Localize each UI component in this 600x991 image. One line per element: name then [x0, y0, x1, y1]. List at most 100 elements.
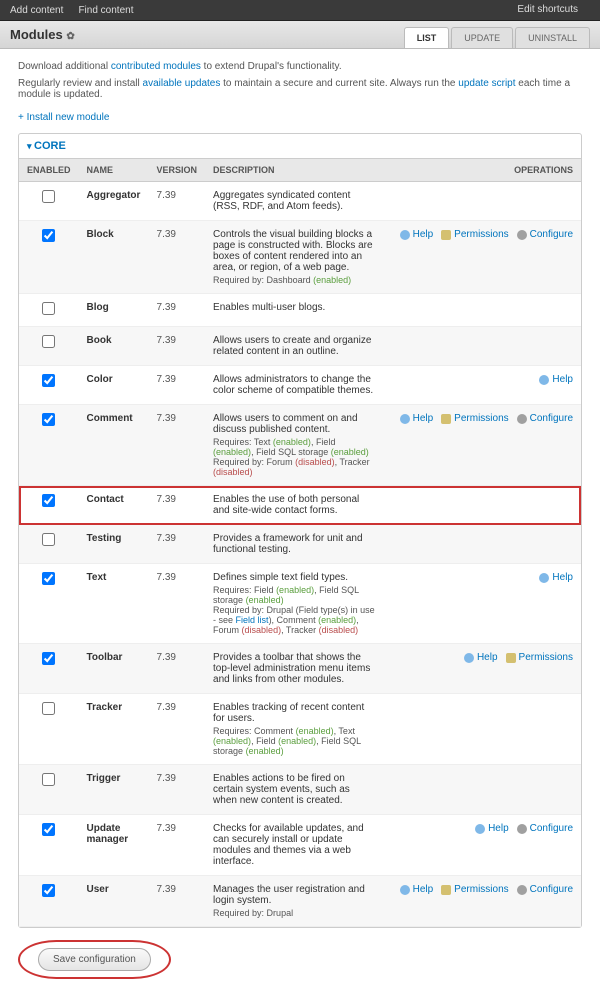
add-content-link[interactable]: Add content: [10, 5, 63, 16]
primary-tabs: LIST UPDATE UNINSTALL: [402, 27, 590, 48]
module-description: Allows users to create and organize rela…: [205, 327, 384, 366]
help-icon: [400, 230, 410, 240]
table-row: Color7.39Allows administrators to change…: [19, 366, 581, 405]
edit-shortcuts-link[interactable]: Edit shortcuts: [517, 4, 578, 16]
table-row: Blog7.39Enables multi-user blogs.: [19, 294, 581, 327]
module-description: Manages the user registration and login …: [205, 876, 384, 927]
available-updates-link[interactable]: available updates: [143, 78, 221, 89]
module-name: Testing: [79, 525, 149, 564]
module-name: Toolbar: [79, 644, 149, 694]
module-name: Update manager: [79, 815, 149, 876]
module-operations: Help: [384, 366, 581, 405]
help-link[interactable]: Help: [464, 652, 498, 663]
module-version: 7.39: [149, 221, 206, 294]
enable-checkbox[interactable]: [42, 413, 55, 426]
configure-link[interactable]: Configure: [517, 413, 573, 424]
enable-checkbox[interactable]: [42, 773, 55, 786]
module-name: User: [79, 876, 149, 927]
enable-checkbox[interactable]: [42, 335, 55, 348]
gear-icon[interactable]: ✿: [66, 31, 74, 42]
table-row: Text7.39Defines simple text field types.…: [19, 564, 581, 644]
module-version: 7.39: [149, 486, 206, 525]
find-content-link[interactable]: Find content: [78, 5, 133, 16]
key-icon: [506, 653, 516, 663]
key-icon: [441, 885, 451, 895]
help-link[interactable]: Help: [400, 884, 434, 895]
enable-checkbox[interactable]: [42, 494, 55, 507]
page-header: Modules ✿ LIST UPDATE UNINSTALL: [0, 21, 600, 49]
enable-checkbox[interactable]: [42, 302, 55, 315]
help-icon: [400, 885, 410, 895]
module-operations: [384, 294, 581, 327]
module-operations: Help Permissions Configure: [384, 876, 581, 927]
enable-checkbox[interactable]: [42, 823, 55, 836]
module-version: 7.39: [149, 564, 206, 644]
module-operations: Help Permissions Configure: [384, 405, 581, 486]
module-version: 7.39: [149, 294, 206, 327]
enable-checkbox[interactable]: [42, 884, 55, 897]
table-row: Tracker7.39Enables tracking of recent co…: [19, 694, 581, 765]
module-name: Block: [79, 221, 149, 294]
enable-checkbox[interactable]: [42, 572, 55, 585]
admin-toolbar: Add content Find content Edit shortcuts: [0, 0, 600, 21]
module-name: Text: [79, 564, 149, 644]
field-list-link[interactable]: Field list: [236, 615, 269, 625]
table-row: Comment7.39Allows users to comment on an…: [19, 405, 581, 486]
module-description: Enables the use of both personal and sit…: [205, 486, 384, 525]
configure-link[interactable]: Configure: [517, 229, 573, 240]
table-row: User7.39Manages the user registration an…: [19, 876, 581, 927]
update-script-link[interactable]: update script: [458, 78, 515, 89]
enable-checkbox[interactable]: [42, 229, 55, 242]
module-operations: Help Permissions: [384, 644, 581, 694]
main-content: Download additional contributed modules …: [0, 49, 600, 991]
install-new-module-link[interactable]: + Install new module: [18, 112, 109, 123]
module-version: 7.39: [149, 366, 206, 405]
module-operations: [384, 182, 581, 221]
contributed-modules-link[interactable]: contributed modules: [111, 61, 201, 72]
module-version: 7.39: [149, 694, 206, 765]
permissions-link[interactable]: Permissions: [441, 413, 508, 424]
module-description: Aggregates syndicated content (RSS, RDF,…: [205, 182, 384, 221]
help-link[interactable]: Help: [539, 572, 573, 583]
enable-checkbox[interactable]: [42, 190, 55, 203]
key-icon: [441, 414, 451, 424]
module-operations: [384, 765, 581, 815]
module-version: 7.39: [149, 327, 206, 366]
save-configuration-button[interactable]: Save configuration: [38, 948, 151, 971]
configure-link[interactable]: Configure: [517, 884, 573, 895]
core-legend[interactable]: CORE: [19, 134, 581, 158]
permissions-link[interactable]: Permissions: [506, 652, 573, 663]
configure-link[interactable]: Configure: [517, 823, 573, 834]
tab-uninstall[interactable]: UNINSTALL: [515, 27, 590, 48]
module-name: Blog: [79, 294, 149, 327]
module-operations: [384, 694, 581, 765]
enable-checkbox[interactable]: [42, 652, 55, 665]
permissions-link[interactable]: Permissions: [441, 884, 508, 895]
gear-icon: [517, 230, 527, 240]
module-name: Tracker: [79, 694, 149, 765]
module-description: Enables actions to be fired on certain s…: [205, 765, 384, 815]
gear-icon: [517, 885, 527, 895]
help-icon: [464, 653, 474, 663]
enable-checkbox[interactable]: [42, 533, 55, 546]
table-row: Toolbar7.39Provides a toolbar that shows…: [19, 644, 581, 694]
permissions-link[interactable]: Permissions: [441, 229, 508, 240]
enable-checkbox[interactable]: [42, 374, 55, 387]
intro-1: Download additional contributed modules …: [18, 61, 582, 72]
module-version: 7.39: [149, 815, 206, 876]
table-row: Book7.39Allows users to create and organ…: [19, 327, 581, 366]
module-operations: Help Permissions Configure: [384, 221, 581, 294]
tab-list[interactable]: LIST: [404, 27, 450, 48]
help-link[interactable]: Help: [400, 229, 434, 240]
intro-2: Regularly review and install available u…: [18, 78, 582, 100]
page-title: Modules: [10, 27, 63, 42]
module-version: 7.39: [149, 644, 206, 694]
tab-update[interactable]: UPDATE: [451, 27, 513, 48]
help-icon: [539, 573, 549, 583]
col-operations: OPERATIONS: [384, 159, 581, 182]
enable-checkbox[interactable]: [42, 702, 55, 715]
help-link[interactable]: Help: [475, 823, 509, 834]
help-link[interactable]: Help: [539, 374, 573, 385]
col-description: DESCRIPTION: [205, 159, 384, 182]
help-link[interactable]: Help: [400, 413, 434, 424]
